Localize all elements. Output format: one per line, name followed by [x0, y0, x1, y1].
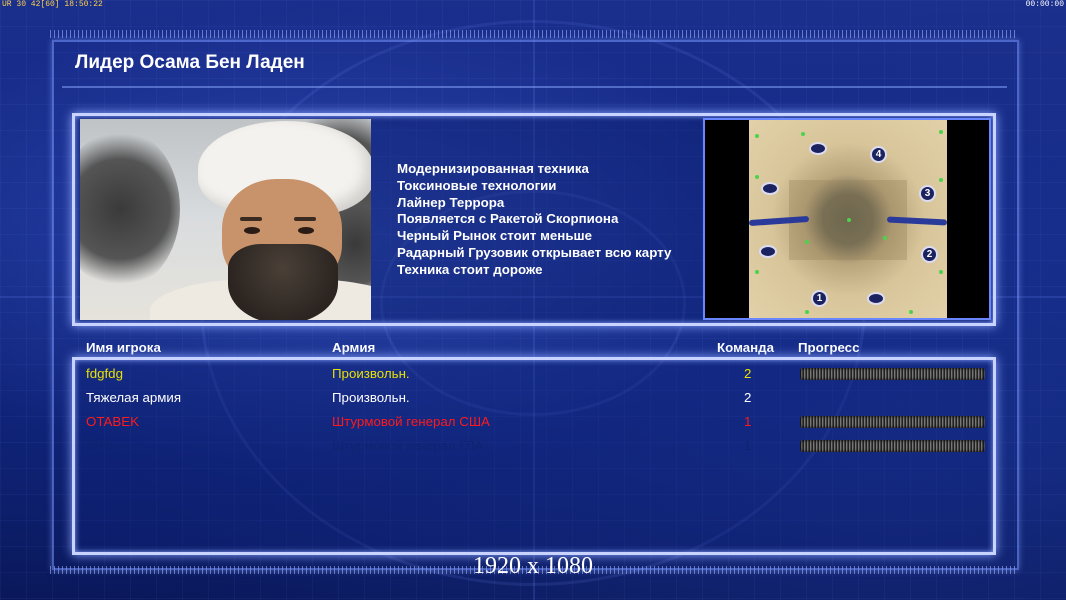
minimap-slot-3[interactable]: 3 [919, 185, 936, 202]
minimap-slot-4[interactable]: 4 [870, 146, 887, 163]
player-team[interactable]: 2 [744, 390, 751, 405]
player-progress-bar [800, 416, 985, 428]
hud-bar: UR 30 42[60] 18:50:22 00:00:00 [0, 0, 1066, 10]
player-team[interactable]: 1 [744, 438, 751, 453]
player-name: Тяжелая армия [86, 390, 182, 405]
player-name: SPN [86, 438, 114, 453]
player-team[interactable]: 1 [744, 414, 751, 429]
player-team[interactable]: 2 [744, 366, 751, 381]
player-progress-bar [800, 368, 985, 380]
feature-item: Лайнер Террора [397, 194, 505, 210]
page-title: Лидер Осама Бен Ладен [75, 52, 305, 73]
minimap-start-base[interactable] [809, 142, 827, 155]
hud-clock: 00:00:00 [1025, 0, 1064, 9]
minimap-start-base[interactable] [759, 245, 777, 258]
player-name: fdgfdg [86, 366, 123, 381]
minimap-preview[interactable]: 4 3 2 1 [703, 118, 991, 320]
feature-item: Появляется с Ракетой Скорпиона [397, 211, 619, 227]
feature-item: Техника стоит дороже [397, 261, 543, 277]
minimap-slot-1[interactable]: 1 [811, 290, 828, 307]
player-army[interactable]: Штурмовой генерал ГЛА [332, 438, 483, 453]
minimap-start-base[interactable] [761, 182, 779, 195]
player-army[interactable]: Произвольн. [332, 366, 410, 381]
title-divider [62, 86, 1007, 88]
header-team: Команда [717, 340, 774, 355]
player-progress-bar [800, 440, 985, 452]
resolution-label: 1920 x 1080 [473, 553, 593, 579]
header-army: Армия [332, 340, 376, 355]
player-row: SPN Штурмовой генерал ГЛА 1 [0, 438, 1066, 460]
player-army[interactable]: Штурмовой генерал США [332, 414, 490, 429]
feature-item: Модернизированная техника [397, 161, 589, 176]
player-army[interactable]: Произвольн. [332, 390, 410, 405]
header-player-name: Имя игрока [86, 340, 161, 355]
general-features-list: Модернизированная техника Токсиновые тех… [397, 161, 671, 279]
player-name: OTABEK [86, 414, 139, 429]
minimap-terrain: 4 3 2 1 [749, 120, 947, 318]
feature-item: Токсиновые технологии [397, 177, 557, 193]
header-progress: Прогресс [798, 340, 860, 355]
feature-item: Радарный Грузовик открывает всю карту [397, 244, 672, 260]
player-row: OTABEK Штурмовой генерал США 1 [0, 414, 1066, 436]
feature-item: Черный Рынок стоит меньше [397, 228, 592, 244]
minimap-start-base[interactable] [867, 292, 885, 305]
minimap-slot-2[interactable]: 2 [921, 246, 938, 263]
player-row: fdgfdg Произвольн. 2 [0, 366, 1066, 388]
tick-ruler-top [50, 30, 1018, 38]
player-row: Тяжелая армия Произвольн. 2 [0, 390, 1066, 412]
hud-fps-info: UR 30 42[60] 18:50:22 [2, 0, 103, 9]
general-portrait [80, 119, 371, 320]
